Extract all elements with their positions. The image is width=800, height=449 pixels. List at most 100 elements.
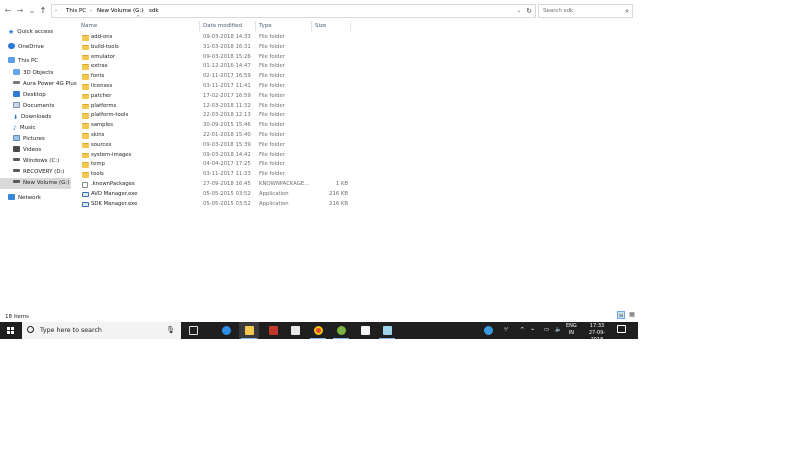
nav-desktop[interactable]: Desktop [13,90,46,101]
file-row[interactable]: tools 03-11-2017 11:33 File folder [78,170,378,180]
nav-3d-objects[interactable]: 3D Objects [13,68,53,79]
taskbar-search-box[interactable]: Type here to search 🎙 [22,322,181,339]
breadcrumb-sdk[interactable]: sdk [149,5,159,17]
file-row[interactable]: emulator 09-03-2018 15:26 File folder [78,53,378,63]
taskbar-search-input[interactable]: Type here to search [40,322,102,339]
cortana-icon [27,326,34,333]
file-date: 05-05-2015 03:52 [203,190,251,197]
file-type: File folder [259,34,285,40]
file-row[interactable]: sources 09-03-2018 15:39 File folder [78,141,378,151]
taskbar-app-2[interactable] [355,322,375,339]
file-date: 05-05-2015 03:52 [203,200,251,207]
file-row[interactable]: temp 04-04-2017 17:25 File folder [78,160,378,170]
nav-recovery-d[interactable]: RECOVERY (D:) [13,167,65,178]
refresh-icon[interactable]: ↻ [526,5,532,17]
item-count: 18 items [5,314,30,320]
people-icon[interactable]: ᵒ⁄ [504,322,507,339]
file-row[interactable]: samples 30-09-2015 15:46 File folder [78,121,378,131]
recent-locations-button[interactable]: ⌄ [27,4,37,17]
nav-aura-power[interactable]: Aura Power 4G Plus [13,79,77,90]
details-view-button[interactable]: ≡ [617,311,625,319]
search-box[interactable]: Search sdk ⌕ [538,4,633,18]
breadcrumb-this-pc[interactable]: This PC [66,5,86,17]
battery-icon[interactable]: ▭ [544,322,549,339]
nav-network[interactable]: Network [8,193,41,204]
start-button[interactable] [0,322,22,339]
nav-documents[interactable]: Documents [13,101,54,112]
column-divider[interactable] [199,21,200,31]
file-type: File folder [259,73,285,80]
nav-this-pc[interactable]: This PC [8,56,38,67]
nav-windows-c[interactable]: Windows (C:) [13,156,59,167]
address-bar[interactable]: › This PC › New Volume (G:) › sdk ⌄ ↻ [51,4,536,18]
file-row[interactable]: AVD Manager.exe 05-05-2015 03:52 Applicati… [78,190,378,200]
file-type: Application [259,190,289,197]
back-button[interactable]: ← [3,4,13,17]
breadcrumb-separator-icon: › [55,8,57,14]
taskbar-app-3[interactable] [377,322,397,339]
action-center-icon[interactable] [617,325,626,333]
nav-downloads[interactable]: ⬇ Downloads [13,112,51,123]
column-header-type[interactable]: Type [259,21,272,31]
nav-quick-access[interactable]: ★ Quick access [8,27,53,38]
tray-app[interactable] [478,322,498,339]
file-row[interactable]: system-images 09-03-2018 14:42 File folder [78,151,378,161]
forward-button[interactable]: → [15,4,25,17]
nav-new-volume-g[interactable]: New Volume (G:) [0,178,71,189]
column-header-name[interactable]: Name [81,21,97,31]
clock[interactable]: 17:33 27-09-2018 [584,323,610,344]
file-type: Application [259,200,289,207]
taskbar-android-studio[interactable] [331,322,351,339]
file-row[interactable]: .knownPackages 27-09-2018 16:45 KNOWNPACKA… [78,180,378,190]
folder-icon [82,172,89,178]
file-row[interactable]: licenses 03-11-2017 11:41 File folder [78,82,378,92]
microphone-icon[interactable]: 🎙 [166,322,175,339]
nav-label: Quick access [17,29,54,35]
clock-date: 27-09-2018 [588,330,606,343]
file-row[interactable]: skins 22-01-2018 15:40 File folder [78,131,378,141]
file-row[interactable]: SDK Manager.exe 05-05-2015 03:52 Applicati… [78,200,378,210]
file-row[interactable]: fonts 02-11-2017 16:59 File folder [78,72,378,82]
drive-icon [13,169,20,172]
search-icon[interactable]: ⌕ [625,5,629,17]
task-view-button[interactable] [183,322,203,339]
file-row[interactable]: extras 01-12-2016 14:47 File folder [78,62,378,72]
taskbar-mail[interactable] [285,322,305,339]
column-header-date[interactable]: Date modified [203,21,242,31]
file-row[interactable]: add-ons 09-03-2018 14:33 File folder [78,33,378,43]
nav-videos[interactable]: Videos [13,145,41,156]
windows-logo-icon [11,327,14,330]
taskbar-chrome[interactable] [308,322,328,339]
file-name: build-tools [91,43,119,50]
large-icons-view-button[interactable]: ▦ [628,311,636,319]
file-row[interactable]: platform-tools 22-03-2018 12:13 File folde… [78,111,378,121]
search-input[interactable]: Search sdk [543,5,573,17]
network-icon [8,194,15,200]
network-tray-icon[interactable]: ⌁ [531,322,534,339]
taskbar-edge[interactable] [216,322,236,339]
column-divider[interactable] [311,21,312,31]
show-hidden-icons-icon[interactable]: ^ [520,322,525,339]
file-row[interactable]: patcher 17-02-2017 16:59 File folder [78,92,378,102]
phone-drive-icon [13,81,20,84]
taskbar-file-explorer[interactable] [239,322,259,339]
folder-icon [82,93,89,100]
column-divider[interactable] [255,21,256,31]
nav-pictures[interactable]: Pictures [13,134,45,145]
file-type: File folder [259,43,285,50]
file-date: 31-03-2018 16:31 [203,43,251,50]
up-button[interactable]: ↑ [38,4,48,17]
drive-icon [13,180,20,183]
input-language[interactable]: ENG IN [566,323,577,337]
nav-music[interactable]: ♪ Music [13,123,36,134]
nav-label: RECOVERY (D:) [23,169,65,175]
navigation-pane: ★ Quick access OneDrive This PC 3D Object… [0,22,77,312]
taskbar-app-1[interactable] [263,322,283,339]
address-dropdown-icon[interactable]: ⌄ [517,5,521,17]
column-header-size[interactable]: Size [315,21,326,31]
nav-onedrive[interactable]: OneDrive [8,42,44,53]
column-divider[interactable] [350,21,351,31]
volume-icon[interactable]: 🔈 [555,322,562,339]
file-row[interactable]: platforms 12-03-2018 11:32 File folder [78,102,378,112]
file-row[interactable]: build-tools 31-03-2018 16:31 File folder [78,43,378,53]
